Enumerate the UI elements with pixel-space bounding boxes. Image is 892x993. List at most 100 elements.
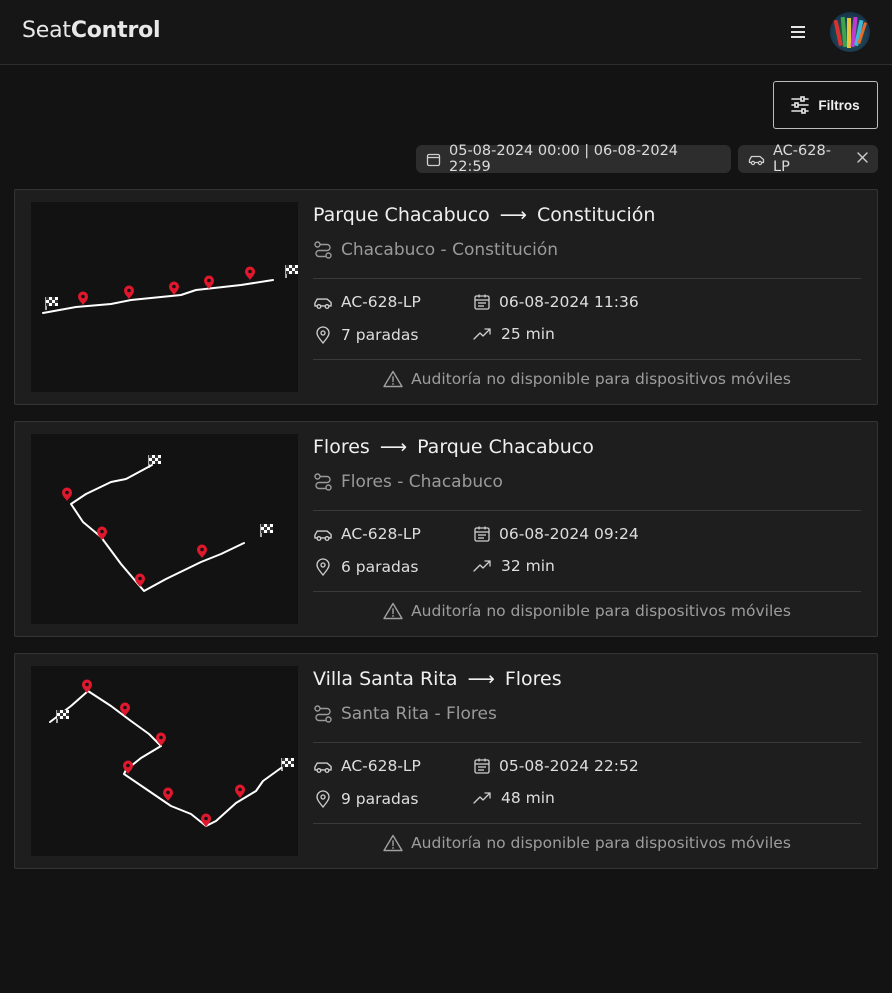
hamburger-icon <box>791 26 805 28</box>
trending-up-icon <box>473 560 491 572</box>
audit-warning: Auditoría no disponible para dispositivo… <box>313 370 861 388</box>
divider <box>313 591 861 592</box>
trip-stops: 6 paradas <box>313 557 418 577</box>
trending-up-icon <box>473 792 491 804</box>
trip-duration: 25 min <box>473 325 555 343</box>
audit-warning: Auditoría no disponible para dispositivo… <box>313 602 861 620</box>
map-pin-icon <box>235 784 245 798</box>
app-logo[interactable]: SeatControl <box>22 18 161 43</box>
close-icon[interactable] <box>857 151 868 167</box>
trip-stops-label: 6 paradas <box>341 558 419 576</box>
date-range-label: 05-08-2024 00:00 | 06-08-2024 22:59 <box>449 143 679 175</box>
trip-stops-label: 9 paradas <box>341 790 419 808</box>
map-pin-icon <box>197 544 207 558</box>
trip-destination: Constitución <box>537 204 656 226</box>
car-icon <box>748 155 765 165</box>
trip-duration-label: 48 min <box>501 789 555 807</box>
audit-warning-label: Auditoría no disponible para dispositivo… <box>411 834 791 852</box>
route-map <box>42 264 298 314</box>
avatar-image <box>833 16 867 48</box>
warning-triangle-icon <box>383 602 403 620</box>
start-flag-icon <box>45 296 59 311</box>
trip-map <box>31 202 298 392</box>
map-pin-icon <box>156 732 166 746</box>
arrow-right-icon: ⟶ <box>499 204 528 226</box>
brand-light: Seat <box>22 18 71 43</box>
trip-route: Chacabuco - Constitución <box>313 240 558 260</box>
trip-route-label: Flores - Chacabuco <box>341 472 503 492</box>
avatar[interactable] <box>830 12 870 52</box>
date-range-chip[interactable]: 05-08-2024 00:00 | 06-08-2024 22:59 <box>416 143 731 175</box>
trip-stops: 7 paradas <box>313 325 418 345</box>
trip-duration: 48 min <box>473 789 555 807</box>
car-icon <box>314 529 332 541</box>
calendar-icon <box>474 294 490 310</box>
trip-card[interactable]: Parque Chacabuco ⟶ Constitución Chacabuc… <box>14 189 878 405</box>
arrow-right-icon: ⟶ <box>379 436 408 458</box>
start-flag-icon <box>56 709 70 724</box>
trip-date: 06-08-2024 09:24 <box>473 525 639 543</box>
divider <box>313 510 861 511</box>
trip-plate: AC-628-LP <box>341 757 421 775</box>
divider <box>313 278 861 279</box>
trip-origin: Flores <box>313 436 370 458</box>
map-pin-icon <box>245 266 255 280</box>
arrow-right-icon: ⟶ <box>467 668 495 690</box>
trip-date: 05-08-2024 22:52 <box>473 757 639 775</box>
map-pin-icon <box>124 285 134 299</box>
car-icon <box>314 761 332 773</box>
trip-route: Santa Rita - Flores <box>313 704 497 724</box>
route-icon <box>314 241 332 259</box>
trip-map <box>31 434 298 624</box>
calendar-icon <box>474 758 490 774</box>
route-icon <box>314 473 332 491</box>
trending-up-icon <box>473 328 491 340</box>
trip-title: Flores ⟶ Parque Chacabuco <box>313 436 594 458</box>
map-pin-icon <box>163 787 173 801</box>
map-pin-icon <box>62 487 72 501</box>
finish-flag-icon <box>260 523 274 538</box>
map-pin-icon <box>316 326 330 345</box>
finish-flag-icon <box>285 264 298 279</box>
route-map <box>62 454 274 592</box>
audit-warning-label: Auditoría no disponible para dispositivo… <box>411 370 791 388</box>
trip-vehicle: AC-628-LP <box>313 293 421 311</box>
audit-warning: Auditoría no disponible para dispositivo… <box>313 834 861 852</box>
divider <box>313 359 861 360</box>
brand-bold: Control <box>70 18 161 43</box>
vehicle-chip-label: AC-628-LP <box>773 143 831 175</box>
trip-datetime: 05-08-2024 22:52 <box>499 757 639 775</box>
trip-date: 06-08-2024 11:36 <box>473 293 639 311</box>
map-pin-icon <box>78 291 88 305</box>
trip-map <box>31 666 298 856</box>
trip-stops: 9 paradas <box>313 789 418 809</box>
car-icon <box>314 297 332 309</box>
calendar-icon <box>474 526 490 542</box>
trip-destination: Parque Chacabuco <box>417 436 594 458</box>
trip-route: Flores - Chacabuco <box>313 472 503 492</box>
trip-origin: Parque Chacabuco <box>313 204 490 226</box>
trip-duration-label: 32 min <box>501 557 555 575</box>
trip-title: Villa Santa Rita ⟶ Flores <box>313 668 562 690</box>
map-pin-icon <box>82 679 92 693</box>
map-pin-icon <box>135 573 145 587</box>
trip-card[interactable]: Villa Santa Rita ⟶ Flores Santa Rita - F… <box>14 653 878 869</box>
trip-duration: 32 min <box>473 557 555 575</box>
trip-stops-label: 7 paradas <box>341 326 419 344</box>
vehicle-chip[interactable]: AC-628-LP <box>738 143 878 175</box>
filters-button[interactable]: Filtros <box>773 81 878 129</box>
audit-warning-label: Auditoría no disponible para dispositivo… <box>411 602 791 620</box>
calendar-icon <box>426 153 441 166</box>
route-icon <box>314 705 332 723</box>
trip-duration-label: 25 min <box>501 325 555 343</box>
hamburger-icon-line <box>791 31 805 33</box>
trip-datetime: 06-08-2024 11:36 <box>499 293 639 311</box>
trip-card[interactable]: Flores ⟶ Parque Chacabuco Flores - Chaca… <box>14 421 878 637</box>
trip-destination: Flores <box>504 668 562 690</box>
trip-title: Parque Chacabuco ⟶ Constitución <box>313 204 655 226</box>
divider <box>313 823 861 824</box>
menu-button[interactable] <box>786 22 810 42</box>
map-pin-icon <box>169 281 179 295</box>
trip-route-label: Santa Rita - Flores <box>341 704 497 724</box>
map-pin-icon <box>204 275 214 289</box>
